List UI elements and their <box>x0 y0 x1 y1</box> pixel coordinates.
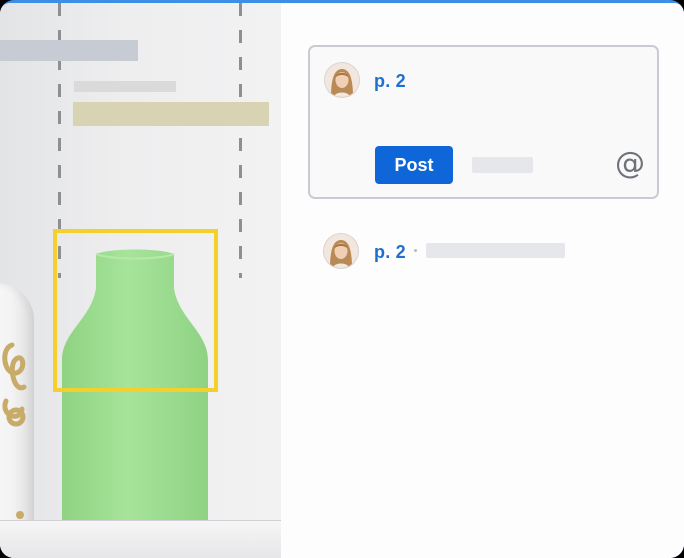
white-bottle-image <box>0 283 34 528</box>
page-reference-label[interactable]: p. 2 <box>374 71 406 92</box>
comment-text-placeholder <box>426 243 565 258</box>
app-window: p. 2 Post @ p. 2 <box>0 0 684 558</box>
decorative-bar <box>73 102 269 126</box>
app-content: p. 2 Post @ p. 2 <box>0 3 684 558</box>
comment-composer[interactable]: p. 2 Post @ <box>308 45 659 199</box>
shelf <box>0 520 281 558</box>
document-preview[interactable] <box>0 3 281 558</box>
selection-highlight[interactable] <box>53 229 218 392</box>
post-button[interactable]: Post <box>375 146 453 184</box>
at-sign-icon[interactable]: @ <box>613 147 647 181</box>
user-avatar <box>325 63 359 97</box>
dashed-guide-line <box>239 3 242 278</box>
decorative-bar <box>74 81 176 92</box>
decorative-bar <box>0 40 138 61</box>
comments-panel: p. 2 Post @ p. 2 <box>281 3 684 558</box>
comment-page-reference[interactable]: p. 2 <box>374 242 406 263</box>
separator-dot <box>414 249 417 252</box>
user-avatar <box>324 234 358 268</box>
text-placeholder-bar <box>472 157 533 173</box>
